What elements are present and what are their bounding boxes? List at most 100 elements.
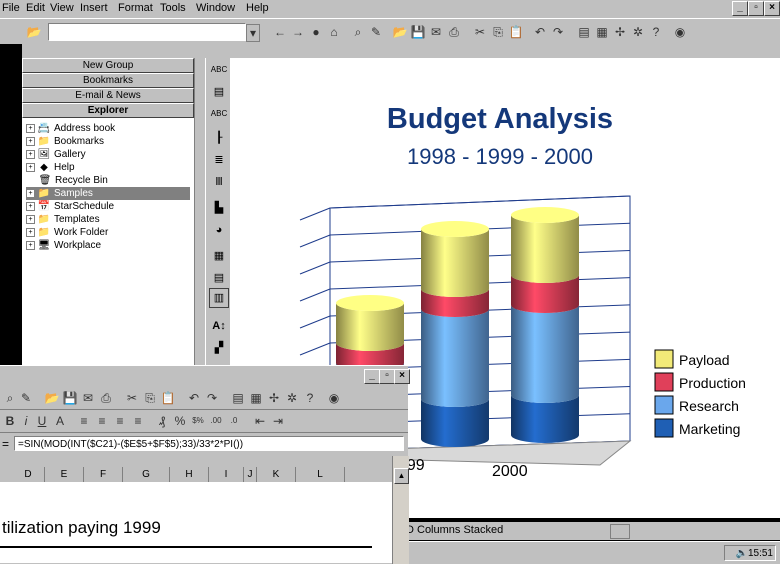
stylist-icon[interactable]: ▦ (594, 24, 610, 40)
add-decimal-icon[interactable]: .00 (208, 413, 224, 429)
calc-close-button[interactable]: × (394, 369, 410, 384)
group-email-news[interactable]: E-mail & News (22, 88, 194, 103)
column-header-k[interactable]: K (257, 467, 296, 483)
scale-text-icon[interactable]: A↕ (209, 316, 229, 336)
edit-file-icon[interactable]: ✎ (18, 390, 34, 406)
undo-icon[interactable]: ↶ (532, 24, 548, 40)
gallery-icon[interactable]: ✲ (630, 24, 646, 40)
scroll-up-icon[interactable]: ▲ (394, 468, 409, 484)
minimize-button[interactable]: _ (732, 1, 748, 16)
bold-icon[interactable]: B (2, 413, 18, 429)
url-dropdown-icon[interactable]: ▾ (246, 24, 260, 42)
find-icon[interactable]: ⌕ (2, 390, 18, 406)
column-header-h[interactable]: H (170, 467, 209, 483)
column-header-d[interactable]: D (12, 467, 45, 483)
expand-icon[interactable]: + (26, 136, 35, 146)
help-icon[interactable]: ? (302, 390, 318, 406)
data-table-icon[interactable]: ▦ (209, 246, 229, 266)
home-icon[interactable]: ⌂ (326, 24, 342, 40)
find-icon[interactable]: ⌕ (350, 24, 366, 40)
tree-item-recycle-bin[interactable]: 🗑 Recycle Bin (38, 174, 108, 187)
data-rows-icon[interactable]: ▤ (209, 268, 229, 288)
auto-layout-icon[interactable]: ▞ (209, 338, 229, 358)
navigator2-icon[interactable]: ✢ (266, 390, 282, 406)
calc-minimize-button[interactable]: _ (364, 369, 380, 384)
menu-view[interactable]: View (50, 2, 74, 14)
align-left-icon[interactable]: ≡ (76, 413, 92, 429)
expand-icon[interactable]: + (26, 123, 35, 133)
standard-format-icon[interactable]: $% (190, 413, 206, 429)
align-center-icon[interactable]: ≡ (94, 413, 110, 429)
stylist-icon[interactable]: ▦ (248, 390, 264, 406)
calc-restore-button[interactable]: ▫ (379, 369, 395, 384)
title-on-off-icon[interactable]: ABC (209, 60, 229, 80)
group-bookmarks[interactable]: Bookmarks (22, 73, 194, 88)
column-header-i[interactable]: I (209, 467, 244, 483)
cut-icon[interactable]: ✂ (124, 390, 140, 406)
vertical-scrollbar[interactable]: ▲ (392, 456, 409, 564)
chart-area-icon[interactable]: ◕ (209, 220, 229, 240)
redo-icon[interactable]: ↷ (550, 24, 566, 40)
open-icon[interactable]: 📂 (44, 390, 60, 406)
italic-icon[interactable]: i (18, 413, 34, 429)
web-icon[interactable]: ◉ (326, 390, 342, 406)
open-icon[interactable]: 📂 (392, 24, 408, 40)
save-icon[interactable]: 💾 (62, 390, 78, 406)
undo-icon[interactable]: ↶ (186, 390, 202, 406)
group-new-group[interactable]: New Group (22, 58, 194, 73)
expand-icon[interactable]: + (26, 227, 35, 237)
restore-button[interactable]: ▫ (748, 1, 764, 16)
column-header-e[interactable]: E (45, 467, 84, 483)
column-header-g[interactable]: G (123, 467, 170, 483)
web-icon[interactable]: ◉ (672, 24, 688, 40)
mail-icon[interactable]: ✉ (80, 390, 96, 406)
expand-icon[interactable]: + (26, 188, 35, 198)
tree-item-samples[interactable]: + 📁 Samples (26, 187, 190, 200)
tree-item-gallery[interactable]: + 🖼 Gallery (26, 148, 86, 161)
equals-icon[interactable]: = (2, 437, 9, 451)
data-columns-icon[interactable]: ▥ (209, 288, 229, 308)
tree-item-starschedule[interactable]: + 📅 StarSchedule (26, 200, 114, 213)
spreadsheet-grid[interactable]: tilization paying 1999 (0, 482, 392, 563)
align-right-icon[interactable]: ≡ (112, 413, 128, 429)
vertical-grid-icon[interactable]: Ⅲ (209, 172, 229, 192)
menu-window[interactable]: Window (196, 2, 235, 14)
save-icon[interactable]: 💾 (410, 24, 426, 40)
navigator2-icon[interactable]: ✢ (612, 24, 628, 40)
justify-icon[interactable]: ≡ (130, 413, 146, 429)
tree-item-bookmarks[interactable]: + 📁 Bookmarks (26, 135, 104, 148)
paste-icon[interactable]: 📋 (508, 24, 524, 40)
print-icon[interactable]: ⎙ (446, 24, 462, 40)
navigator-icon[interactable]: ▤ (576, 24, 592, 40)
decrease-indent-icon[interactable]: ⇤ (252, 413, 268, 429)
edit-file-icon[interactable]: ✎ (368, 24, 384, 40)
print-icon[interactable]: ⎙ (98, 390, 114, 406)
menu-help[interactable]: Help (246, 2, 269, 14)
tree-item-address-book[interactable]: + 📇 Address book (26, 122, 115, 135)
panel-splitter[interactable] (194, 58, 205, 368)
url-input[interactable] (48, 23, 246, 41)
column-header-l[interactable]: L (296, 467, 345, 483)
axis-titles-icon[interactable]: ABC (209, 104, 229, 124)
cut-icon[interactable]: ✂ (472, 24, 488, 40)
expand-icon[interactable]: + (26, 201, 35, 211)
delete-decimal-icon[interactable]: .0 (226, 413, 242, 429)
menu-edit[interactable]: Edit (26, 2, 45, 14)
menu-insert[interactable]: Insert (80, 2, 108, 14)
tree-item-workplace[interactable]: + 🖥 Workplace (26, 239, 101, 252)
column-header-j[interactable]: J (244, 467, 257, 483)
formula-input[interactable]: =SIN(MOD(INT($C21)-($E$5+$F$5);33)/33*2*… (14, 436, 404, 451)
tree-item-help[interactable]: + ◆ Help (26, 161, 75, 174)
stop-icon[interactable]: ● (308, 24, 324, 40)
expand-icon[interactable]: + (26, 214, 35, 224)
font-color-icon[interactable]: A (52, 413, 68, 429)
menu-file[interactable]: File (2, 2, 20, 14)
percent-icon[interactable]: % (172, 413, 188, 429)
forward-icon[interactable]: → (290, 24, 306, 40)
axes-icon[interactable]: ┠ (209, 128, 229, 148)
copy-icon[interactable]: ⎘ (142, 390, 158, 406)
close-button[interactable]: × (764, 1, 780, 16)
expand-icon[interactable]: + (26, 162, 35, 172)
increase-indent-icon[interactable]: ⇥ (270, 413, 286, 429)
copy-icon[interactable]: ⎘ (490, 24, 506, 40)
